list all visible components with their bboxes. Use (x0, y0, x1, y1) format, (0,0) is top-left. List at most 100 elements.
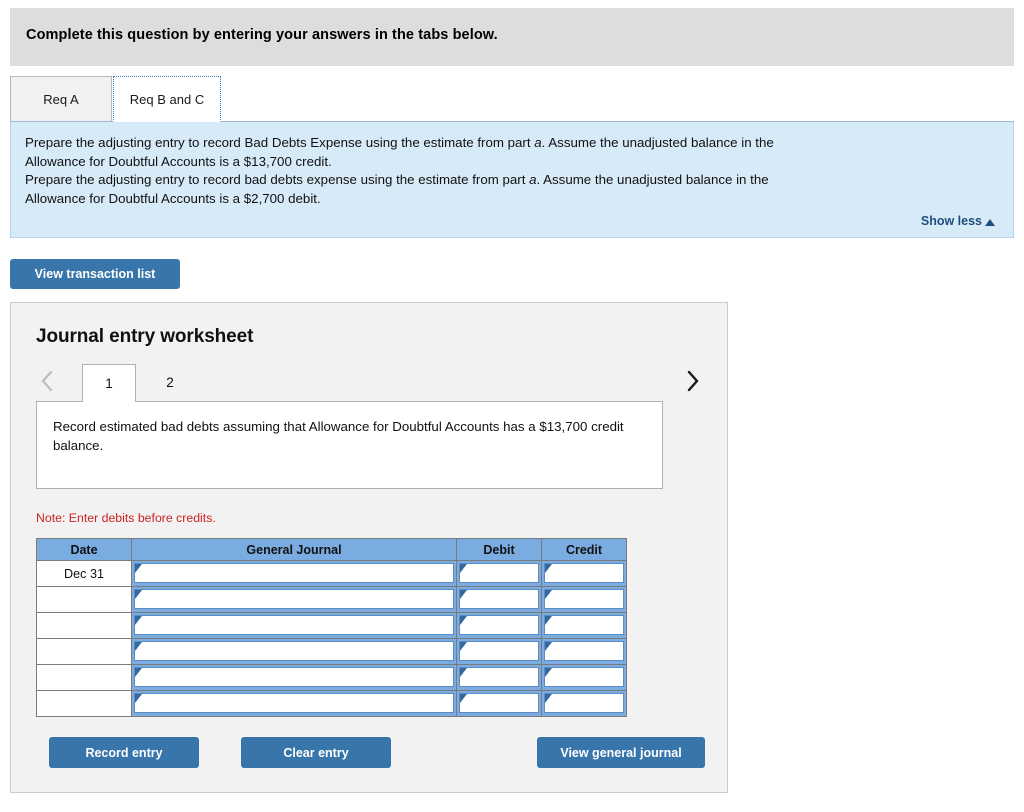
pager-next-button[interactable] (682, 366, 704, 396)
pager-page-1[interactable]: 1 (82, 364, 136, 402)
worksheet-description-box: Record estimated bad debts assuming that… (36, 401, 663, 489)
requirement-line: Allowance for Doubtful Accounts is a $2,… (11, 190, 1013, 209)
date-cell[interactable] (36, 664, 132, 691)
journal-entry-table: Date General Journal Debit Credit Dec 31 (36, 538, 627, 717)
table-row (36, 664, 627, 691)
date-cell[interactable] (36, 612, 132, 639)
record-entry-label: Record entry (85, 745, 163, 760)
caret-up-icon (985, 218, 995, 226)
debit-cell[interactable] (456, 560, 542, 587)
cell-corner-marker-icon (135, 564, 142, 573)
date-cell[interactable] (36, 638, 132, 665)
general-journal-input[interactable] (134, 693, 454, 713)
general-journal-cell[interactable] (131, 560, 457, 587)
journal-entry-worksheet-panel: Journal entry worksheet 1 2 Record estim… (10, 302, 728, 793)
show-less-label: Show less (920, 214, 982, 228)
general-journal-cell[interactable] (131, 612, 457, 639)
date-cell[interactable]: Dec 31 (36, 560, 132, 587)
debit-cell[interactable] (456, 664, 542, 691)
view-transaction-list-button[interactable]: View transaction list (10, 259, 180, 289)
instruction-text: Complete this question by entering your … (26, 27, 498, 43)
general-journal-cell[interactable] (131, 638, 457, 665)
cell-corner-marker-icon (135, 616, 142, 625)
debit-cell[interactable] (456, 586, 542, 613)
cell-corner-marker-icon (545, 616, 552, 625)
requirement-line-pre: Allowance for Doubtful Accounts is a $13… (25, 153, 332, 169)
general-journal-input[interactable] (134, 589, 454, 609)
general-journal-cell[interactable] (131, 690, 457, 717)
debit-cell[interactable] (456, 690, 542, 717)
cell-corner-marker-icon (460, 616, 467, 625)
cell-corner-marker-icon (135, 590, 142, 599)
cell-corner-marker-icon (545, 642, 552, 651)
pager-page-2[interactable]: 2 (143, 364, 197, 401)
debit-input[interactable] (459, 693, 539, 713)
column-header-general-journal: General Journal (131, 538, 457, 561)
general-journal-input[interactable] (134, 667, 454, 687)
general-journal-cell[interactable] (131, 664, 457, 691)
debit-input[interactable] (459, 615, 539, 635)
credit-input[interactable] (544, 693, 624, 713)
table-row: Dec 31 (36, 560, 627, 587)
credit-input[interactable] (544, 615, 624, 635)
clear-entry-label: Clear entry (283, 745, 349, 760)
column-header-date: Date (36, 538, 132, 561)
column-header-credit: Credit (541, 538, 627, 561)
cell-corner-marker-icon (135, 668, 142, 677)
pager-prev-button[interactable] (36, 366, 58, 396)
requirement-line: Prepare the adjusting entry to record Ba… (11, 122, 1013, 153)
debits-before-credits-note: Note: Enter debits before credits. (36, 511, 216, 525)
general-journal-input[interactable] (134, 563, 454, 583)
journal-entry-table-body: Dec 31 (36, 560, 627, 717)
credit-input[interactable] (544, 563, 624, 583)
tab-req-a-label: Req A (43, 91, 79, 107)
general-journal-input[interactable] (134, 641, 454, 661)
table-row (36, 638, 627, 665)
table-header-row: Date General Journal Debit Credit (36, 538, 627, 561)
table-row (36, 690, 627, 717)
cell-corner-marker-icon (545, 694, 552, 703)
credit-cell[interactable] (541, 690, 627, 717)
show-less-link[interactable]: Show less (921, 214, 995, 228)
view-general-journal-label: View general journal (560, 745, 682, 760)
cell-corner-marker-icon (460, 668, 467, 677)
credit-cell[interactable] (541, 664, 627, 691)
credit-cell[interactable] (541, 586, 627, 613)
tab-req-b-and-c[interactable]: Req B and C (113, 76, 221, 122)
date-cell[interactable] (36, 586, 132, 613)
requirement-line-post: . Assume the unadjusted balance in the (536, 172, 769, 187)
instruction-bar: Complete this question by entering your … (10, 8, 1014, 66)
credit-input[interactable] (544, 589, 624, 609)
column-header-debit: Debit (456, 538, 542, 561)
date-cell[interactable] (36, 690, 132, 717)
cell-corner-marker-icon (460, 694, 467, 703)
credit-cell[interactable] (541, 612, 627, 639)
tab-req-a[interactable]: Req A (10, 76, 112, 122)
debit-input[interactable] (459, 667, 539, 687)
credit-cell[interactable] (541, 638, 627, 665)
debit-input[interactable] (459, 563, 539, 583)
debit-cell[interactable] (456, 638, 542, 665)
cell-corner-marker-icon (460, 590, 467, 599)
requirement-line: Allowance for Doubtful Accounts is a $13… (11, 153, 1013, 172)
requirement-line-emphasis: a (534, 135, 542, 150)
requirement-line-pre: Allowance for Doubtful Accounts is a $2,… (25, 190, 321, 206)
table-row (36, 586, 627, 613)
debit-input[interactable] (459, 641, 539, 661)
credit-cell[interactable] (541, 560, 627, 587)
clear-entry-button[interactable]: Clear entry (241, 737, 391, 768)
credit-input[interactable] (544, 641, 624, 661)
tab-req-b-and-c-label: Req B and C (129, 91, 205, 107)
credit-input[interactable] (544, 667, 624, 687)
debit-cell[interactable] (456, 612, 542, 639)
general-journal-cell[interactable] (131, 586, 457, 613)
chevron-left-icon (41, 370, 53, 392)
view-general-journal-button[interactable]: View general journal (537, 737, 705, 768)
requirement-line: Prepare the adjusting entry to record ba… (11, 171, 1013, 190)
debit-input[interactable] (459, 589, 539, 609)
general-journal-input[interactable] (134, 615, 454, 635)
cell-corner-marker-icon (460, 642, 467, 651)
cell-corner-marker-icon (460, 564, 467, 573)
cell-corner-marker-icon (545, 564, 552, 573)
record-entry-button[interactable]: Record entry (49, 737, 199, 768)
